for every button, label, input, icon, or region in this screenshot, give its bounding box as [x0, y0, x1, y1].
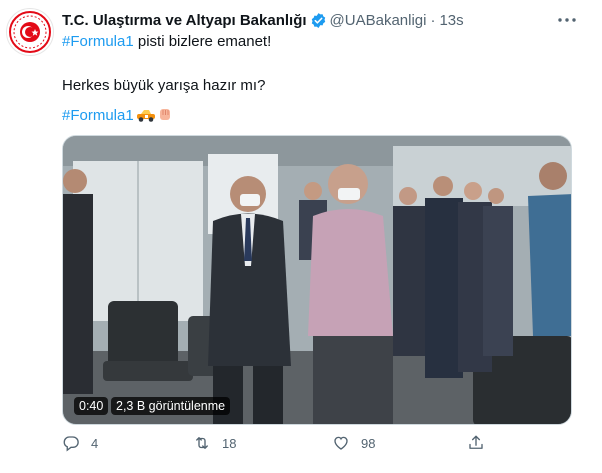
share-button[interactable]	[467, 432, 485, 454]
like-count: 98	[361, 435, 376, 451]
video-player[interactable]: 0:40 2,3 B görüntülenme	[62, 135, 572, 425]
hashtag-link[interactable]: #Formula1	[62, 33, 134, 50]
tweet-header: T.C. Ulaştırma ve Altyapı Bakanlığı @UAB…	[62, 11, 464, 29]
video-views-badge: 2,3 B görüntülenme	[111, 397, 231, 415]
more-options-icon[interactable]	[555, 10, 579, 30]
share-icon	[469, 435, 483, 449]
verified-badge-icon	[311, 12, 325, 28]
video-thumbnail	[63, 136, 571, 424]
tweet-timestamp[interactable]: 13s	[439, 12, 463, 29]
heart-icon	[334, 436, 348, 450]
tweet-text-line-3: #Formula1	[62, 106, 173, 125]
retweet-button[interactable]: 18	[193, 432, 236, 454]
tweet-text-line-1: #Formula1 pisti bizlere emanet!	[62, 32, 271, 51]
hashtag-link[interactable]: #Formula1	[62, 107, 134, 124]
separator-dot: ·	[430, 11, 436, 29]
ministry-emblem-icon	[9, 11, 51, 53]
video-duration-badge: 0:40	[74, 397, 109, 415]
retweet-icon	[196, 437, 208, 449]
tweet: T.C. Ulaştırma ve Altyapı Bakanlığı @UAB…	[0, 0, 602, 473]
fist-bump-emoji-icon	[159, 109, 170, 120]
reply-icon	[63, 436, 79, 452]
reply-button[interactable]: 4	[62, 432, 98, 454]
race-car-emoji-icon	[136, 110, 155, 122]
tweet-text-line-2: Herkes büyük yarışa hazır mı?	[62, 77, 266, 94]
user-handle[interactable]: @UABakanligi	[330, 12, 427, 29]
tweet-actions: 4 18 98	[62, 432, 582, 456]
retweet-count: 18	[222, 435, 237, 451]
tweet-text: pisti bizlere emanet!	[133, 33, 272, 50]
reply-count: 4	[91, 435, 99, 451]
ministry-logo-avatar[interactable]	[6, 8, 54, 56]
display-name[interactable]: T.C. Ulaştırma ve Altyapı Bakanlığı	[62, 12, 307, 29]
like-button[interactable]: 98	[332, 432, 375, 454]
